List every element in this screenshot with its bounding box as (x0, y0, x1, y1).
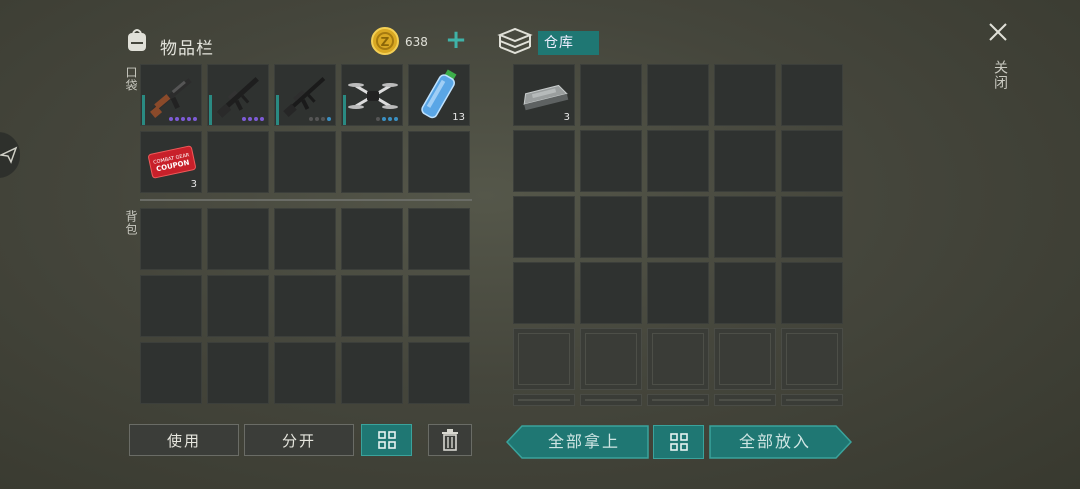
rifle-icon (283, 77, 326, 118)
item-slot[interactable] (513, 196, 575, 258)
trash-icon (442, 429, 458, 451)
item-slot[interactable] (714, 196, 776, 258)
item-slot[interactable] (341, 208, 403, 270)
close-button[interactable]: 关闭 (980, 18, 1016, 108)
pocket-label: 口袋 (124, 66, 138, 92)
item-count: 3 (190, 179, 197, 190)
item-slot[interactable] (274, 342, 336, 404)
item-slot[interactable] (140, 64, 202, 126)
item-slot[interactable] (647, 262, 709, 324)
locked-slot (647, 328, 709, 390)
close-icon (989, 23, 1007, 41)
item-slot[interactable] (647, 64, 709, 126)
discard-button[interactable] (428, 424, 472, 456)
split-button[interactable]: 分开 (244, 424, 354, 456)
item-slot[interactable] (140, 208, 202, 270)
rarity-dots (242, 117, 264, 121)
put-all-button[interactable]: 全部放入 (709, 425, 852, 459)
put-all-label: 全部放入 (738, 432, 811, 451)
item-slot[interactable] (274, 208, 336, 270)
item-slot[interactable] (408, 208, 470, 270)
item-slot[interactable] (513, 262, 575, 324)
item-slot[interactable] (781, 64, 843, 126)
grid-icon (377, 431, 396, 449)
item-slot[interactable] (140, 342, 202, 404)
item-slot[interactable] (714, 130, 776, 192)
rifle-icon (216, 77, 259, 118)
locked-slot (781, 394, 843, 406)
item-slot[interactable] (781, 196, 843, 258)
send-icon (0, 146, 18, 164)
item-count: 13 (452, 112, 465, 123)
warehouse-tab[interactable]: 仓库 (538, 31, 599, 55)
item-slot[interactable] (341, 131, 403, 193)
coin-icon: Z (371, 27, 399, 55)
item-slot[interactable] (408, 131, 470, 193)
rarity-dots (309, 117, 331, 121)
warehouse-icon (497, 27, 533, 55)
item-slot[interactable] (647, 196, 709, 258)
item-slot[interactable] (207, 342, 269, 404)
item-slot[interactable] (580, 196, 642, 258)
item-slot[interactable]: 3 (513, 64, 575, 126)
item-slot[interactable] (408, 275, 470, 337)
item-slot[interactable] (207, 64, 269, 126)
locked-slot (580, 394, 642, 406)
locked-slot (513, 328, 575, 390)
locked-slot (513, 394, 575, 406)
locked-slot (714, 394, 776, 406)
item-slot[interactable] (207, 275, 269, 337)
currency-amount: 638 (405, 35, 428, 49)
warehouse-header: 仓库 (497, 26, 607, 58)
locked-slot (580, 328, 642, 390)
item-slot[interactable] (341, 342, 403, 404)
item-slot[interactable] (408, 342, 470, 404)
inventory-header: 物品栏 Z 638 + (124, 26, 474, 59)
sort-warehouse-button[interactable] (653, 425, 704, 459)
take-all-label: 全部拿上 (547, 432, 620, 451)
sort-inventory-button[interactable] (361, 424, 412, 456)
locked-slot (714, 328, 776, 390)
item-slot[interactable] (580, 262, 642, 324)
item-slot[interactable] (274, 275, 336, 337)
side-tab[interactable] (0, 132, 20, 178)
close-label: 关闭 (992, 60, 1008, 90)
rifle-icon (150, 78, 192, 118)
inventory-title: 物品栏 (160, 39, 214, 59)
add-currency-button[interactable]: + (444, 27, 468, 54)
metal-ingot-icon (523, 84, 569, 111)
item-slot[interactable]: 13 (408, 64, 470, 126)
locked-slot (647, 394, 709, 406)
item-slot[interactable] (647, 130, 709, 192)
item-slot[interactable] (580, 130, 642, 192)
item-slot[interactable] (274, 131, 336, 193)
locked-slot (781, 328, 843, 390)
backpack-label: 背包 (124, 210, 138, 236)
section-divider (140, 199, 472, 201)
item-slot[interactable] (580, 64, 642, 126)
use-button[interactable]: 使用 (129, 424, 239, 456)
item-slot[interactable] (781, 262, 843, 324)
grid-icon (669, 433, 688, 451)
item-slot[interactable] (207, 131, 269, 193)
coupon-icon: COMBAT GEAR COUPON (148, 145, 196, 179)
item-slot[interactable]: COMBAT GEAR COUPON 3 (140, 131, 202, 193)
item-slot[interactable] (714, 64, 776, 126)
take-all-button[interactable]: 全部拿上 (506, 425, 649, 459)
item-slot[interactable] (714, 262, 776, 324)
item-slot[interactable] (341, 275, 403, 337)
rarity-dots (169, 117, 197, 121)
backpack-icon (128, 29, 146, 51)
item-slot[interactable] (781, 130, 843, 192)
svg-text:Z: Z (381, 35, 390, 49)
item-slot[interactable] (341, 64, 403, 126)
rarity-dots (376, 117, 398, 121)
item-count: 3 (563, 112, 570, 123)
item-slot[interactable] (274, 64, 336, 126)
item-slot[interactable] (207, 208, 269, 270)
drone-icon (348, 83, 398, 109)
item-slot[interactable] (140, 275, 202, 337)
item-slot[interactable] (513, 130, 575, 192)
